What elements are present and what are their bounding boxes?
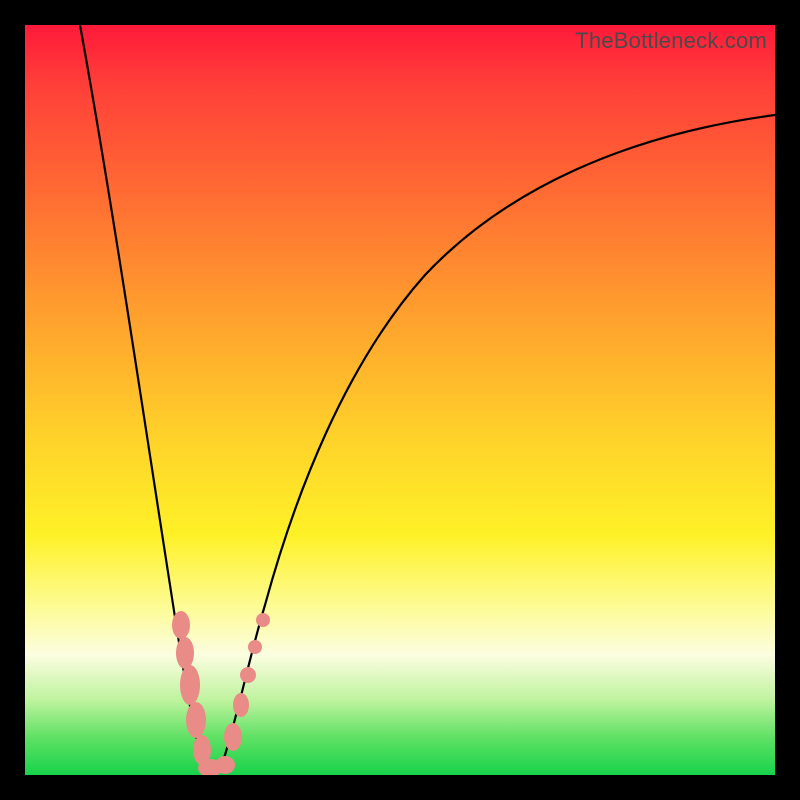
marker-dot: [256, 613, 270, 627]
curve-right-branch: [210, 115, 775, 775]
marker-dot: [180, 665, 200, 705]
marker-dot: [248, 640, 262, 654]
marker-dot: [215, 756, 235, 774]
marker-dot: [172, 611, 190, 639]
marker-dot: [224, 723, 242, 751]
marker-dot: [240, 667, 256, 683]
marker-dot: [233, 693, 249, 717]
curves-svg: [25, 25, 775, 775]
plot-area: TheBottleneck.com: [25, 25, 775, 775]
marker-dot: [186, 702, 206, 738]
marker-dot: [176, 637, 194, 669]
chart-frame: TheBottleneck.com: [0, 0, 800, 800]
